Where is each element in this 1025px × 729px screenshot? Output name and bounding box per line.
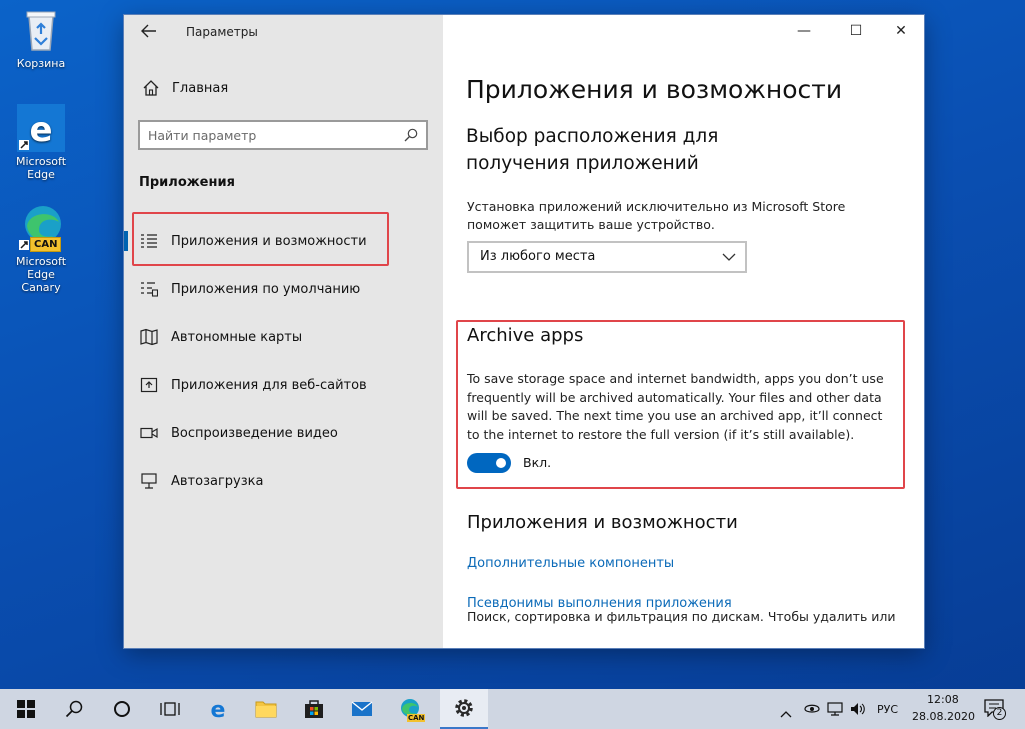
taskbar: e CAN РУС 12:08 28.08.2020 2 — [0, 689, 1025, 729]
main-content: — ☐ ✕ Приложения и возможности Выбор рас… — [443, 15, 924, 648]
folder-icon — [255, 701, 277, 718]
install-location-heading: Выбор расположения для получения приложе… — [466, 126, 719, 174]
desktop-icon-recycle-bin[interactable]: Корзина — [6, 6, 76, 70]
edge-legacy-icon: e — [211, 698, 226, 720]
apps-filter-description: Поиск, сортировка и фильтрация по дискам… — [467, 609, 896, 624]
home-label: Главная — [172, 80, 229, 96]
apps-features-heading: Приложения и возможности — [467, 512, 738, 533]
archive-apps-toggle[interactable] — [467, 453, 511, 473]
canary-badge: CAN — [30, 237, 62, 252]
home-icon — [143, 80, 159, 96]
archive-apps-toggle-label: Вкл. — [523, 455, 552, 470]
svg-text:e: e — [29, 110, 52, 150]
tray-volume-icon[interactable] — [849, 701, 867, 721]
sidebar: Параметры Главная Приложения Приложения … — [124, 15, 443, 648]
sidebar-section-label: Приложения — [139, 175, 235, 190]
notification-count-badge: 2 — [993, 707, 1006, 720]
sidebar-item-label: Приложения по умолчанию — [171, 281, 361, 297]
sidebar-item-apps-for-websites[interactable]: Приложения для веб-сайтов — [124, 363, 443, 407]
taskbar-store[interactable] — [290, 689, 338, 729]
startup-icon — [141, 473, 157, 489]
search-icon — [404, 128, 418, 142]
sidebar-item-video-playback[interactable]: Воспроизведение видео — [124, 411, 443, 455]
language-indicator[interactable]: РУС — [877, 703, 898, 716]
cortana-button[interactable] — [98, 689, 146, 729]
settings-window: Параметры Главная Приложения Приложения … — [124, 15, 924, 648]
desktop-icon-label: Корзина — [16, 57, 66, 70]
clock-date[interactable]: 28.08.2020 — [912, 710, 975, 723]
taskbar-settings[interactable] — [440, 689, 488, 729]
apps-list-icon — [141, 234, 157, 248]
install-location-dropdown[interactable]: Из любого места — [467, 241, 747, 273]
svg-text:e: e — [211, 698, 226, 720]
taskbar-file-explorer[interactable] — [242, 689, 290, 729]
dropdown-value: Из любого места — [480, 249, 596, 264]
sidebar-item-label: Автозагрузка — [171, 473, 264, 489]
settings-search[interactable] — [138, 120, 428, 150]
store-icon — [305, 700, 323, 718]
web-apps-icon — [140, 377, 158, 393]
sidebar-item-label: Приложения для веб-сайтов — [171, 377, 367, 393]
task-view-button[interactable] — [146, 689, 194, 729]
page-title: Приложения и возможности — [466, 75, 843, 104]
taskbar-edge[interactable]: e — [194, 689, 242, 729]
sidebar-item-offline-maps[interactable]: Автономные карты — [124, 315, 443, 359]
sidebar-home[interactable]: Главная — [142, 79, 228, 97]
tray-display-icon[interactable] — [827, 701, 843, 721]
window-title: Параметры — [186, 25, 258, 39]
tray-network-icon[interactable] — [803, 701, 821, 721]
back-arrow-icon — [141, 24, 156, 38]
sidebar-item-label: Воспроизведение видео — [171, 425, 338, 441]
cortana-icon — [114, 701, 130, 717]
optional-features-link[interactable]: Дополнительные компоненты — [467, 556, 674, 571]
desktop-icon-label: Microsoft Edge — [15, 155, 67, 181]
start-button[interactable] — [2, 689, 50, 729]
taskbar-mail[interactable] — [338, 689, 386, 729]
minimize-button[interactable]: — — [781, 15, 827, 47]
edge-legacy-icon: e — [17, 104, 65, 152]
edge-canary-icon: CAN — [17, 204, 65, 252]
map-icon — [140, 328, 158, 346]
sidebar-item-apps-features[interactable]: Приложения и возможности — [124, 219, 443, 263]
desktop-icon-edge-canary[interactable]: CAN Microsoft Edge Canary — [6, 204, 76, 294]
desktop-icon-edge[interactable]: e Microsoft Edge — [6, 104, 76, 181]
archive-apps-heading: Archive apps — [467, 325, 584, 346]
default-apps-icon — [141, 282, 158, 297]
recycle-bin-icon — [17, 6, 65, 54]
desktop-icon-label: Microsoft Edge Canary — [15, 255, 67, 294]
chevron-down-icon — [722, 253, 736, 261]
sidebar-item-startup[interactable]: Автозагрузка — [124, 459, 443, 503]
search-button[interactable] — [50, 689, 98, 729]
toggle-knob — [496, 458, 506, 468]
sidebar-item-label: Автономные карты — [171, 329, 303, 345]
canary-badge: CAN — [407, 714, 426, 722]
task-view-icon — [160, 702, 180, 716]
windows-logo-icon — [17, 700, 35, 718]
tray-chevron-up-icon[interactable] — [780, 703, 794, 718]
search-icon — [65, 700, 83, 718]
install-location-description: Установка приложений исключительно из Mi… — [467, 199, 846, 232]
maximize-button[interactable]: ☐ — [833, 15, 879, 47]
clock-time[interactable]: 12:08 — [927, 693, 959, 706]
video-icon — [140, 427, 158, 439]
sidebar-item-label: Приложения и возможности — [171, 233, 367, 249]
taskbar-edge-canary[interactable]: CAN — [386, 689, 434, 729]
archive-apps-description: To save storage space and internet bandw… — [467, 371, 884, 442]
sidebar-item-default-apps[interactable]: Приложения по умолчанию — [124, 267, 443, 311]
search-input[interactable] — [140, 122, 390, 148]
close-button[interactable]: ✕ — [878, 15, 924, 47]
mail-icon — [351, 701, 373, 716]
back-button[interactable] — [138, 23, 160, 43]
gear-icon — [455, 699, 473, 717]
action-center-button[interactable]: 2 — [984, 699, 1008, 723]
